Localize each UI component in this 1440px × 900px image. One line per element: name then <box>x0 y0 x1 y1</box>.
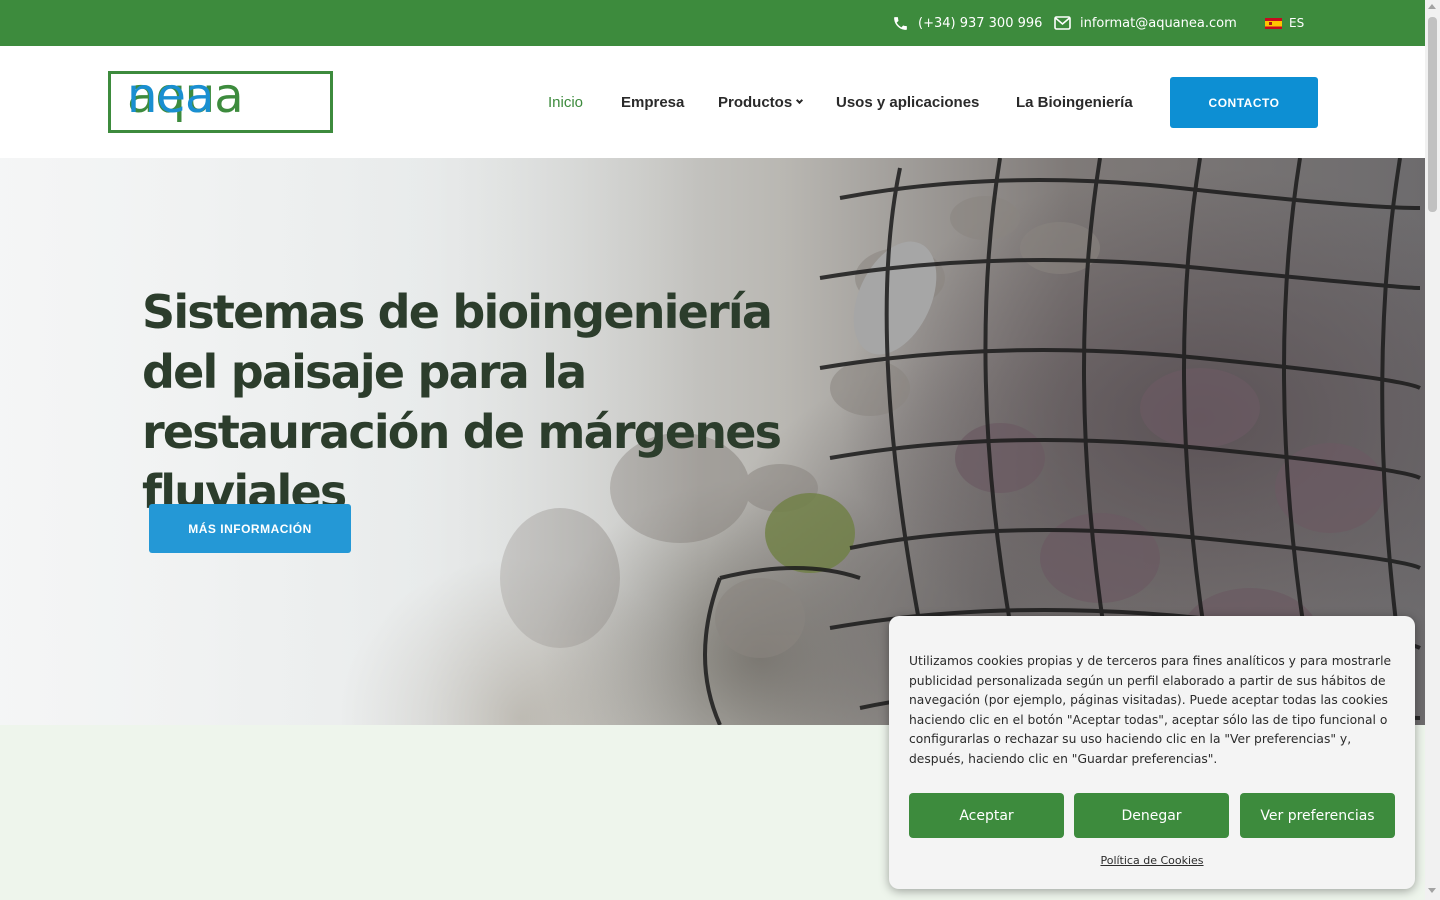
cookie-policy-link[interactable]: Política de Cookies <box>889 854 1415 867</box>
cookie-preferences-button[interactable]: Ver preferencias <box>1240 793 1395 838</box>
nav-item-bioingenieria[interactable]: La Bioingeniería <box>1016 46 1133 158</box>
language-label: ES <box>1289 16 1305 30</box>
deny-cookies-button[interactable]: Denegar <box>1074 793 1229 838</box>
scroll-down-arrow-icon[interactable] <box>1428 888 1436 893</box>
top-contact-bar: (+34) 937 300 996 informat@aquanea.com E… <box>0 0 1425 46</box>
hero-title: Sistemas de bioingeniería del paisaje pa… <box>142 285 782 519</box>
site-header: aqua nea Inicio Empresa Productos Usos y … <box>0 46 1425 158</box>
phone-link[interactable]: (+34) 937 300 996 <box>892 0 1042 46</box>
aquanea-logo[interactable]: aqua nea <box>108 68 333 133</box>
language-selector[interactable]: ES <box>1265 0 1304 46</box>
nav-item-empresa[interactable]: Empresa <box>621 46 684 158</box>
nav-item-inicio[interactable]: Inicio <box>548 46 583 158</box>
nav-label: La Bioingeniería <box>1016 93 1133 111</box>
email-link[interactable]: informat@aquanea.com <box>1054 0 1237 46</box>
chevron-down-icon <box>796 96 804 104</box>
scroll-up-arrow-icon[interactable] <box>1428 4 1436 9</box>
contact-button[interactable]: CONTACTO <box>1170 77 1318 128</box>
nav-item-productos[interactable]: Productos <box>718 46 804 158</box>
more-info-button[interactable]: MÁS INFORMACIÓN <box>149 504 351 553</box>
phone-number: (+34) 937 300 996 <box>918 15 1043 31</box>
cookie-consent-banner: Utilizamos cookies propias y de terceros… <box>889 616 1415 889</box>
accept-cookies-button[interactable]: Aceptar <box>909 793 1064 838</box>
envelope-icon <box>1054 16 1071 30</box>
nav-label: Inicio <box>548 93 584 111</box>
nav-label: Empresa <box>621 93 685 111</box>
cookie-message: Utilizamos cookies propias y de terceros… <box>909 654 1392 766</box>
email-address: informat@aquanea.com <box>1080 15 1237 31</box>
spain-flag-icon <box>1265 17 1282 29</box>
phone-icon <box>894 16 907 30</box>
scrollbar-thumb[interactable] <box>1428 17 1437 212</box>
page-scrollbar[interactable] <box>1425 0 1440 900</box>
nav-label: Usos y aplicaciones <box>836 93 980 111</box>
nav-item-usos[interactable]: Usos y aplicaciones <box>836 46 979 158</box>
logo-text-nea: nea <box>127 68 214 124</box>
nav-label: Productos <box>718 93 793 111</box>
